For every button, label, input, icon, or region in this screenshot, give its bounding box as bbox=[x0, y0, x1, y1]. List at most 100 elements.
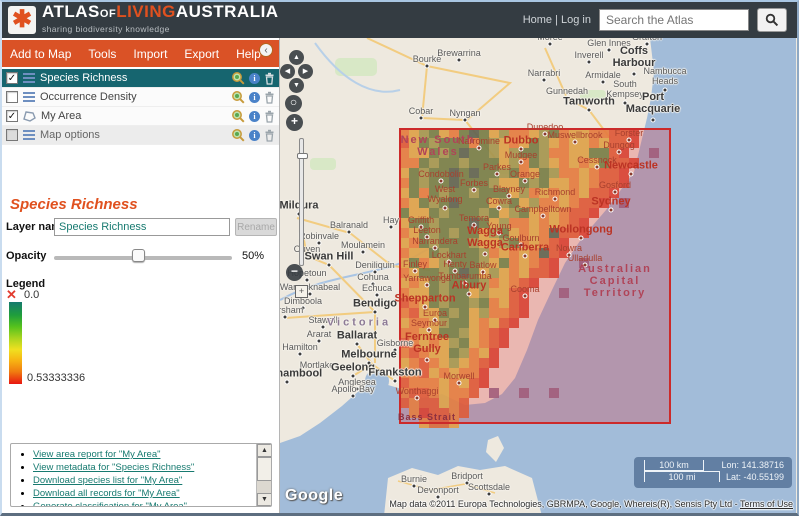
delete-layer-icon[interactable] bbox=[264, 110, 275, 123]
zoom-to-layer-icon[interactable] bbox=[231, 128, 245, 142]
map-label: Nambucca Heads bbox=[643, 66, 686, 86]
ala-logo[interactable]: ✱ bbox=[8, 6, 36, 34]
map-label: Australian Capital Territory bbox=[578, 263, 652, 299]
map-marker-dot bbox=[285, 380, 290, 385]
pan-down-button[interactable]: ▼ bbox=[289, 78, 304, 93]
layer-checkbox[interactable] bbox=[6, 91, 18, 103]
map-label: Richmond bbox=[535, 187, 576, 197]
layer-label[interactable]: Map options bbox=[40, 129, 226, 141]
layer-checkbox[interactable]: ✓ bbox=[6, 72, 18, 84]
login-link[interactable]: Log in bbox=[561, 14, 591, 26]
menu-item-import[interactable]: Import bbox=[133, 47, 167, 61]
map-marker-dot bbox=[541, 214, 546, 219]
map-marker-dot bbox=[523, 294, 528, 299]
map-marker-dot bbox=[487, 492, 492, 497]
opacity-slider-thumb[interactable] bbox=[132, 249, 145, 262]
layer-row-species-richness[interactable]: ✓ Species Richness i bbox=[2, 69, 279, 88]
layer-info-icon[interactable]: i bbox=[249, 130, 260, 141]
map-label: Moulamein bbox=[341, 240, 385, 250]
map-marker-dot bbox=[617, 150, 622, 155]
layer-info-icon[interactable]: i bbox=[249, 73, 260, 84]
menu-item-tools[interactable]: Tools bbox=[88, 47, 116, 61]
map-marker-dot bbox=[629, 172, 634, 177]
action-link[interactable]: View metadata for "Species Richness" bbox=[33, 462, 194, 473]
map-label: Euroa bbox=[423, 308, 447, 318]
map-label: New South Wales bbox=[401, 134, 476, 158]
layer-checkbox[interactable]: ✓ bbox=[6, 110, 18, 122]
map-marker-dot bbox=[548, 42, 553, 47]
map-label: Scottsdale bbox=[468, 482, 510, 492]
search-button[interactable] bbox=[757, 8, 787, 32]
menu-item-export[interactable]: Export bbox=[184, 47, 219, 61]
zoom-in-button[interactable]: + bbox=[286, 114, 303, 131]
delete-layer-icon[interactable] bbox=[264, 129, 275, 142]
action-link[interactable]: Generate classification for "My Area" bbox=[33, 501, 187, 507]
layer-label[interactable]: Occurrence Density bbox=[40, 91, 226, 103]
brand-tagline: sharing biodiversity knowledge bbox=[42, 22, 279, 37]
scroll-thumb[interactable] bbox=[257, 457, 272, 481]
ala-logo-icon: ✱ bbox=[12, 8, 32, 32]
delete-layer-icon[interactable] bbox=[264, 72, 275, 85]
layer-row-my-area[interactable]: ✓ My Area i bbox=[2, 107, 279, 126]
links-scrollbar[interactable]: ▲ ▼ bbox=[256, 444, 271, 506]
layer-row-map-options[interactable]: Map options i bbox=[2, 126, 279, 145]
layer-label[interactable]: My Area bbox=[41, 110, 226, 122]
scroll-down-icon[interactable]: ▼ bbox=[257, 493, 272, 506]
zoom-to-layer-icon[interactable] bbox=[231, 90, 245, 104]
zoom-slider-handle[interactable] bbox=[297, 153, 308, 159]
zoom-slider[interactable] bbox=[299, 138, 304, 266]
action-link[interactable]: Download species list for "My Area" bbox=[33, 475, 182, 486]
delete-layer-icon[interactable] bbox=[264, 91, 275, 104]
map-label: Apollo Bay bbox=[331, 384, 374, 394]
map-label: Forster bbox=[615, 128, 644, 138]
atlas-search-input[interactable] bbox=[599, 9, 749, 31]
map-label: Dungog bbox=[603, 140, 635, 150]
layer-label[interactable]: Species Richness bbox=[40, 72, 226, 84]
map-marker-dot bbox=[463, 118, 468, 123]
header-nav: Home | Log in bbox=[523, 14, 591, 26]
map-marker-dot bbox=[425, 64, 430, 69]
map-label: Forbes bbox=[460, 178, 488, 188]
map-canvas[interactable]: MoreeBourkeBrewarrinaNarrabriInverellGle… bbox=[280, 38, 797, 513]
map-marker-dot bbox=[595, 165, 600, 170]
action-link[interactable]: View area report for "My Area" bbox=[33, 449, 161, 460]
map-marker-dot bbox=[393, 379, 398, 384]
layer-checkbox[interactable] bbox=[6, 129, 18, 141]
map-label: Griffith bbox=[408, 215, 434, 225]
map-label: Warrnambool bbox=[280, 368, 322, 380]
action-link-item: Download all records for "My Area" bbox=[33, 488, 271, 499]
map-label: Cobar bbox=[409, 106, 434, 116]
home-link[interactable]: Home bbox=[523, 14, 552, 26]
overview-map-toggle[interactable]: + bbox=[295, 285, 308, 298]
pan-left-button[interactable]: ◀ bbox=[280, 64, 295, 79]
map-marker-dot bbox=[632, 72, 637, 77]
layer-info-icon[interactable]: i bbox=[249, 92, 260, 103]
layer-name-input[interactable] bbox=[54, 218, 230, 236]
layer-info-icon[interactable]: i bbox=[249, 111, 260, 122]
legend-exclude-icon[interactable]: ✕ bbox=[6, 287, 17, 303]
action-link-item: View area report for "My Area" bbox=[33, 449, 271, 460]
menu-item-add-to-map[interactable]: Add to Map bbox=[10, 47, 71, 61]
google-logo[interactable]: Google bbox=[285, 487, 343, 505]
rename-button[interactable]: Rename bbox=[235, 218, 277, 236]
zoom-out-button[interactable]: − bbox=[286, 264, 303, 281]
map-marker-dot bbox=[351, 394, 356, 399]
reset-view-button[interactable]: ○ bbox=[285, 95, 302, 112]
action-link[interactable]: Download all records for "My Area" bbox=[33, 488, 180, 499]
zoom-to-layer-icon[interactable] bbox=[231, 109, 245, 123]
map-marker-dot bbox=[607, 48, 612, 53]
pan-up-button[interactable]: ▲ bbox=[289, 50, 304, 65]
map-marker-dot bbox=[327, 263, 332, 268]
action-links-box: View area report for "My Area" View metad… bbox=[10, 443, 272, 507]
map-label: Wonthaggi bbox=[396, 386, 439, 396]
menu-item-help[interactable]: Help bbox=[236, 47, 261, 61]
scroll-up-icon[interactable]: ▲ bbox=[257, 444, 272, 457]
magnifier-icon bbox=[765, 13, 779, 27]
sidebar-collapse-button[interactable]: ‹ bbox=[259, 43, 273, 57]
pan-right-button[interactable]: ▶ bbox=[298, 64, 313, 79]
layer-row-occurrence-density[interactable]: Occurrence Density i bbox=[2, 88, 279, 107]
zoom-to-layer-icon[interactable] bbox=[231, 71, 245, 85]
legend-min-value: 0.0 bbox=[24, 289, 39, 301]
map-label: Campbelltown bbox=[514, 204, 571, 214]
terms-of-use-link[interactable]: Terms of Use bbox=[740, 499, 793, 509]
